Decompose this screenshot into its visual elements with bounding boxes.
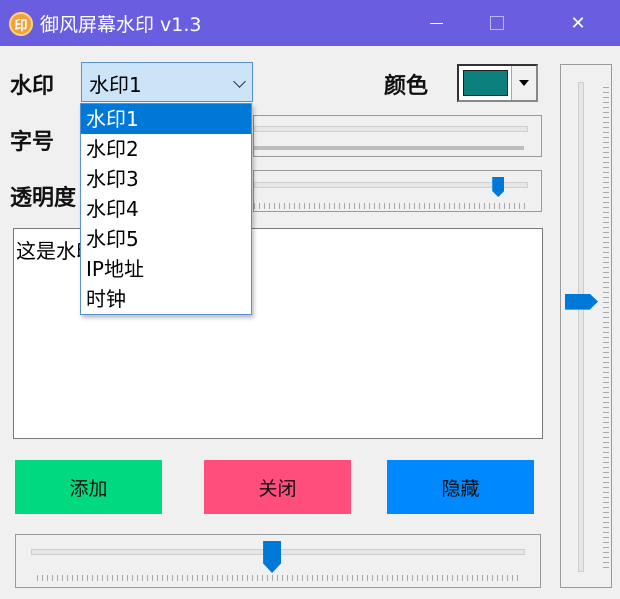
color-label: 颜色 xyxy=(384,74,429,99)
bottom-slider-thumb[interactable] xyxy=(263,541,282,573)
right-slider[interactable] xyxy=(560,64,612,588)
app-icon: 印 xyxy=(9,12,33,36)
fontsize-slider[interactable] xyxy=(253,115,542,157)
add-button[interactable]: 添加 xyxy=(15,460,162,514)
fontsize-slider-scale xyxy=(254,146,524,150)
maximize-button[interactable] xyxy=(474,0,520,46)
right-slider-track xyxy=(578,82,584,572)
minimize-button[interactable] xyxy=(413,0,459,46)
opacity-slider-thumb[interactable] xyxy=(492,177,505,197)
right-slider-thumb[interactable] xyxy=(565,293,598,310)
watermark-select-value: 水印1 xyxy=(89,73,142,97)
opacity-label: 透明度 xyxy=(10,186,77,211)
opacity-slider-track xyxy=(254,182,528,188)
color-picker[interactable] xyxy=(457,64,538,102)
right-slider-ticks xyxy=(603,87,609,571)
close-icon: ✕ xyxy=(570,12,586,34)
dropdown-arrow-icon xyxy=(519,80,529,86)
color-swatch xyxy=(463,70,508,96)
fontsize-label: 字号 xyxy=(10,130,55,155)
dropdown-option[interactable]: 水印2 xyxy=(81,134,251,164)
dropdown-option[interactable]: 水印3 xyxy=(81,164,251,194)
title-bar: 印 御风屏幕水印 v1.3 ✕ xyxy=(0,0,620,46)
watermark-label: 水印 xyxy=(10,74,55,99)
maximize-icon xyxy=(490,16,504,30)
dropdown-option[interactable]: 水印4 xyxy=(81,194,251,224)
minimize-icon xyxy=(429,22,443,24)
bottom-slider-ticks xyxy=(37,575,521,581)
chevron-down-icon xyxy=(233,75,246,88)
dropdown-option[interactable]: 水印5 xyxy=(81,224,251,254)
close-window-button[interactable]: ✕ xyxy=(555,0,601,46)
dropdown-option[interactable]: IP地址 xyxy=(81,254,251,284)
watermark-select[interactable]: 水印1 xyxy=(81,62,253,102)
color-dropdown-button[interactable] xyxy=(511,66,536,100)
dropdown-option[interactable]: 时钟 xyxy=(81,284,251,314)
dropdown-option[interactable]: 水印1 xyxy=(81,104,251,134)
bottom-slider[interactable] xyxy=(15,534,541,588)
watermark-dropdown-list: 水印1 水印2 水印3 水印4 水印5 IP地址 时钟 xyxy=(80,103,252,315)
window-title: 御风屏幕水印 v1.3 xyxy=(40,14,202,36)
opacity-slider-ticks xyxy=(254,203,526,209)
close-button[interactable]: 关闭 xyxy=(204,460,351,514)
fontsize-slider-track xyxy=(254,126,528,132)
hide-button[interactable]: 隐藏 xyxy=(387,460,534,514)
opacity-slider[interactable] xyxy=(253,170,542,212)
